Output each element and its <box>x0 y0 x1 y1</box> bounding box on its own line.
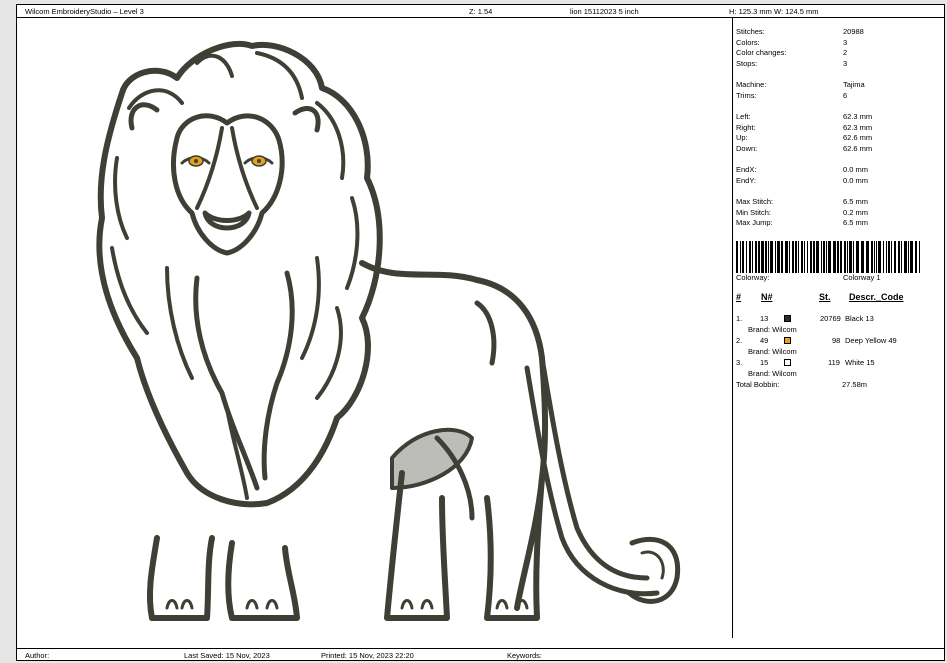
stat-row: Min Stitch: 0.2 mm <box>736 208 869 217</box>
stat-row: Stops: 3 <box>736 59 848 68</box>
brand-row: Brand: Wilcom <box>748 325 797 334</box>
color-row: 3. 15 119 White 15 <box>736 358 875 367</box>
stat-row: Max Stitch: 6.5 mm <box>736 197 869 206</box>
design-file-name: lion 15112023 5 inch <box>570 7 639 16</box>
stat-row: Machine: Tajima <box>736 80 865 89</box>
bobbin-row: Total Bobbin: 27.58m <box>736 380 868 389</box>
keywords-label: Keywords: <box>507 651 543 660</box>
stat-row: Max Jump: 6.5 mm <box>736 218 869 227</box>
brand-row: Brand: Wilcom <box>748 369 797 378</box>
zoom-level: Z: 1.54 <box>469 7 493 16</box>
stat-row: Colors: 3 <box>736 38 848 47</box>
thread-swatch <box>784 359 791 366</box>
thread-swatch <box>784 315 791 322</box>
stat-row: EndY: 0.0 mm <box>736 176 869 185</box>
stat-row: Stitches: 20988 <box>736 27 864 36</box>
col-header-stitches: St. <box>819 292 831 302</box>
stat-row: Left: 62.3 mm <box>736 112 873 121</box>
footer-bar: Author: Last Saved: 15 Nov, 2023 Printed… <box>17 648 944 660</box>
thread-swatch <box>784 337 791 344</box>
brand-row: Brand: Wilcom <box>748 347 797 356</box>
header-bar: Wilcom EmbroideryStudio – Level 3 Z: 1.5… <box>17 5 944 18</box>
stat-row: Trims: 6 <box>736 91 848 100</box>
col-header-description: Descr._Code <box>849 292 904 302</box>
col-header-index: # <box>736 292 742 302</box>
stat-row: Down: 62.6 mm <box>736 144 873 153</box>
print-preview-sheet: Wilcom EmbroideryStudio – Level 3 Z: 1.5… <box>16 4 945 661</box>
colorway-row: Colorway: Colorway 1 <box>736 273 881 282</box>
author-label: Author: <box>25 651 50 660</box>
app-title: Wilcom EmbroideryStudio – Level 3 <box>25 7 144 16</box>
printed-date: Printed: 15 Nov, 2023 22:20 <box>321 651 414 660</box>
last-saved: Last Saved: 15 Nov, 2023 <box>184 651 270 660</box>
design-info-panel: Stitches: 20988 Colors: 3 Color changes: 2 … <box>733 18 944 638</box>
stat-row: Color changes: 2 <box>736 48 848 57</box>
design-preview <box>17 18 733 638</box>
lion-embroidery-design <box>96 40 681 621</box>
stat-row: Up: 62.6 mm <box>736 133 873 142</box>
design-size: H: 125.3 mm W: 124.5 mm <box>729 7 819 16</box>
barcode <box>736 241 920 273</box>
stat-row: EndX: 0.0 mm <box>736 165 869 174</box>
color-row: 2. 49 98 Deep Yellow 49 <box>736 336 897 345</box>
stat-row: Right: 62.3 mm <box>736 123 873 132</box>
color-row: 1. 13 20769 Black 13 <box>736 314 874 323</box>
col-header-code: N# <box>761 292 773 302</box>
